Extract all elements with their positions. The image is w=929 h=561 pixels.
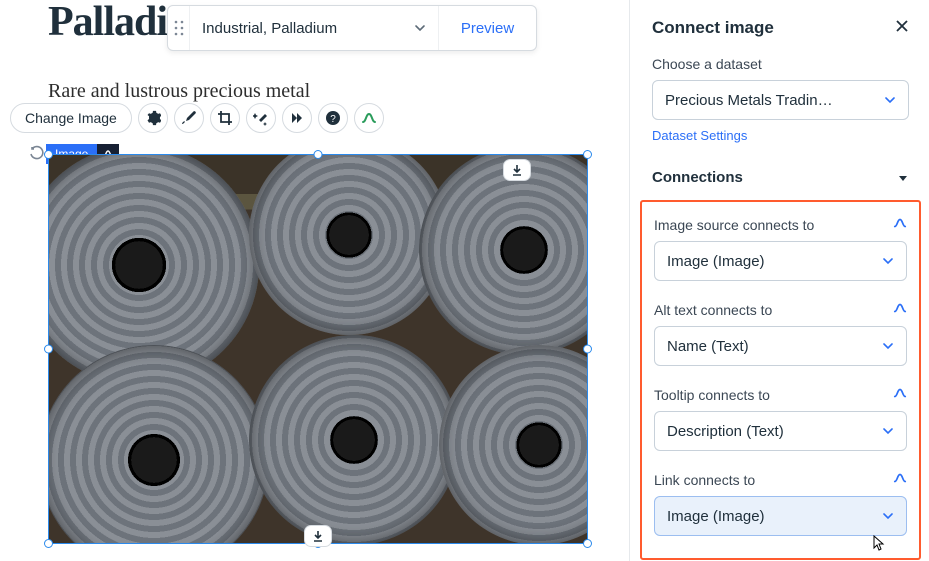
brush-button[interactable] <box>174 103 204 133</box>
settings-button[interactable] <box>138 103 168 133</box>
conn-label: Tooltip connects to <box>654 387 770 403</box>
choose-dataset-label: Choose a dataset <box>652 56 909 72</box>
chevron-down-icon <box>882 425 894 437</box>
crop-button[interactable] <box>210 103 240 133</box>
select-value: Description (Text) <box>667 423 784 440</box>
floating-toolbar: Industrial, Palladium Preview <box>167 5 537 51</box>
caret-down-icon <box>897 172 909 184</box>
chevron-down-icon <box>882 255 894 267</box>
category-dropdown[interactable]: Industrial, Palladium <box>190 6 438 50</box>
chevron-down-icon <box>882 510 894 522</box>
select-value: Image (Image) <box>667 508 765 525</box>
image-selection-frame[interactable] <box>48 154 588 544</box>
download-top-button[interactable] <box>503 159 531 181</box>
crop-icon <box>217 110 233 126</box>
resize-handle[interactable] <box>314 150 323 159</box>
connect-image-panel: Connect image Choose a dataset Precious … <box>629 0 929 561</box>
close-icon <box>895 19 909 33</box>
select-value: Name (Text) <box>667 338 749 355</box>
resize-handle[interactable] <box>44 345 53 354</box>
chevron-down-icon <box>884 94 896 106</box>
close-button[interactable] <box>895 19 909 38</box>
brush-icon <box>181 110 197 126</box>
image-toolbar: Change Image ? <box>10 103 384 133</box>
help-button[interactable]: ? <box>318 103 348 133</box>
conn-label: Alt text connects to <box>654 302 772 318</box>
resize-handle[interactable] <box>583 539 592 548</box>
download-icon <box>511 164 523 176</box>
alt-text-select[interactable]: Name (Text) <box>654 326 907 366</box>
connections-header-label: Connections <box>652 169 743 186</box>
chevron-down-icon <box>414 22 426 34</box>
connect-squiggle-icon[interactable] <box>893 386 907 403</box>
connect-button[interactable] <box>354 103 384 133</box>
download-icon <box>312 530 324 542</box>
svg-text:?: ? <box>330 114 336 125</box>
magic-button[interactable] <box>246 103 276 133</box>
resize-handle[interactable] <box>583 345 592 354</box>
page-subtitle: Rare and lustrous precious metal <box>48 80 310 103</box>
dataset-settings-link[interactable]: Dataset Settings <box>652 128 747 143</box>
download-bottom-button[interactable] <box>304 525 332 547</box>
preview-button[interactable]: Preview <box>438 6 536 50</box>
question-icon: ? <box>325 110 341 126</box>
image-canvas[interactable]: Image <box>48 144 588 544</box>
change-image-label: Change Image <box>25 110 117 126</box>
connect-squiggle-icon[interactable] <box>893 471 907 488</box>
connect-squiggle-icon[interactable] <box>893 216 907 233</box>
cursor-icon <box>871 535 887 551</box>
category-dropdown-value: Industrial, Palladium <box>202 20 337 37</box>
link-select[interactable]: Image (Image) <box>654 496 907 536</box>
resize-handle[interactable] <box>44 150 53 159</box>
connect-squiggle-icon[interactable] <box>893 301 907 318</box>
conn-label: Image source connects to <box>654 217 814 233</box>
change-image-button[interactable]: Change Image <box>10 103 132 133</box>
panel-title: Connect image <box>652 18 774 38</box>
magic-wand-icon <box>253 110 269 126</box>
drag-handle-icon[interactable] <box>168 6 190 50</box>
chevron-down-icon <box>882 340 894 352</box>
connect-squiggle-icon <box>361 110 377 126</box>
tooltip-select[interactable]: Description (Text) <box>654 411 907 451</box>
dataset-select[interactable]: Precious Metals Tradin… <box>652 80 909 120</box>
select-value: Image (Image) <box>667 253 765 270</box>
image-placeholder <box>49 155 587 543</box>
resize-handle[interactable] <box>44 539 53 548</box>
connections-header[interactable]: Connections <box>652 169 909 186</box>
animation-icon <box>289 110 305 126</box>
conn-label: Link connects to <box>654 472 755 488</box>
resize-handle[interactable] <box>583 150 592 159</box>
animation-button[interactable] <box>282 103 312 133</box>
editor-canvas-area: Palladium Industrial, Palladium Preview … <box>0 0 629 561</box>
connections-highlight: Image source connects to Image (Image) A… <box>640 200 921 560</box>
dataset-select-value: Precious Metals Tradin… <box>665 92 833 109</box>
preview-button-label: Preview <box>461 20 514 37</box>
gear-icon <box>145 110 161 126</box>
image-source-select[interactable]: Image (Image) <box>654 241 907 281</box>
